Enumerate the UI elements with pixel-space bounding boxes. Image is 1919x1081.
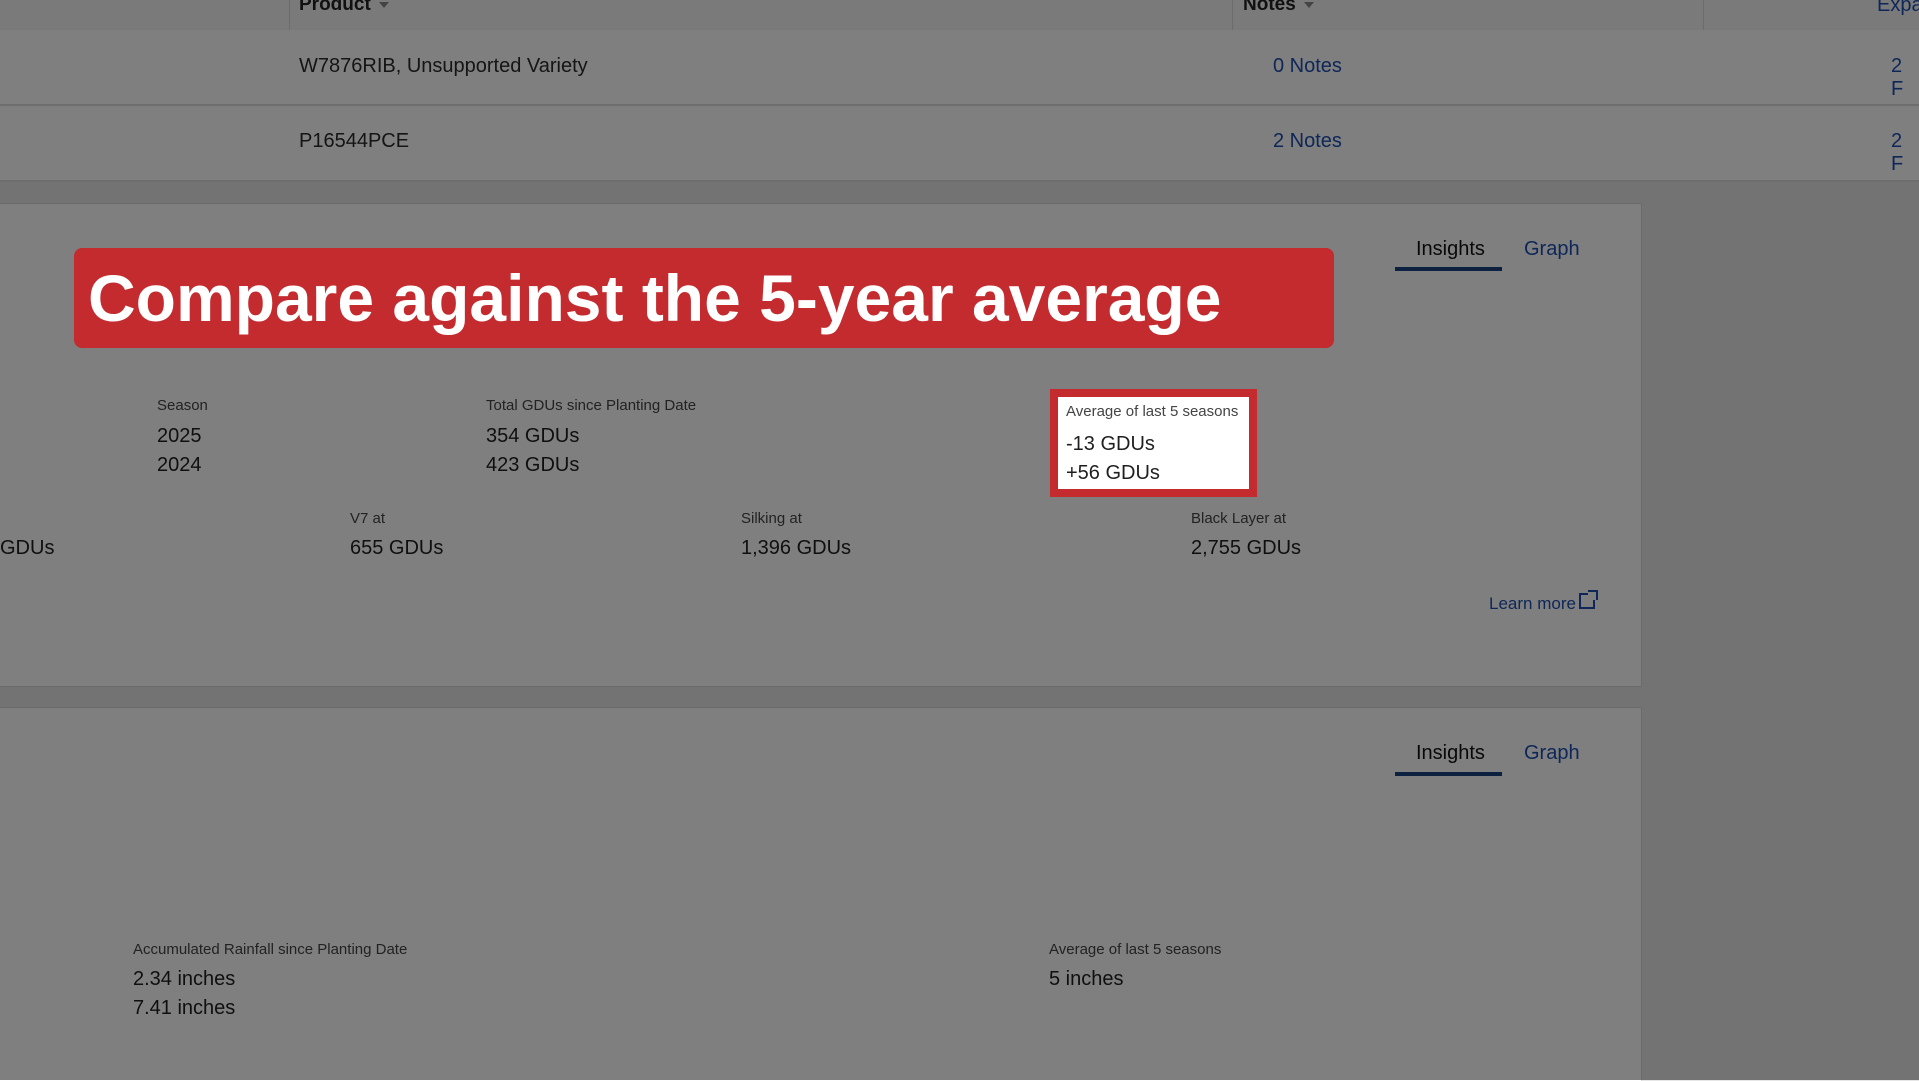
- column-header-product[interactable]: Product: [299, 0, 389, 16]
- rainfall-average-label: Average of last 5 seasons: [1049, 941, 1222, 958]
- total-gdus-value: 423 GDUs: [486, 454, 580, 476]
- silking-value: 1,396 GDUs: [741, 537, 852, 559]
- column-header-expand[interactable]: Expa: [1877, 0, 1919, 17]
- highlighted-average-box: Average of last 5 seasons -13 GDUs +56 G…: [1050, 389, 1257, 497]
- sort-icon[interactable]: [1303, 1, 1314, 8]
- learn-more-link[interactable]: Learn more: [1489, 590, 1598, 614]
- gdu-average-value: -13 GDUs: [1066, 433, 1155, 455]
- total-gdus-label: Total GDUs since Planting Date: [486, 397, 697, 414]
- tab-graph[interactable]: Graph: [1524, 238, 1580, 261]
- season-label: Season: [157, 397, 208, 414]
- season-value: 2025: [157, 425, 202, 447]
- product-cell: P16544PCE: [299, 130, 410, 152]
- tab-insights-underline: [1395, 267, 1502, 271]
- stage-partial-value: GDUs: [0, 537, 55, 559]
- black-layer-value: 2,755 GDUs: [1191, 537, 1302, 559]
- column-divider: [289, 0, 290, 30]
- column-divider: [1232, 0, 1233, 30]
- tab-insights[interactable]: Insights: [1416, 238, 1485, 261]
- notes-link[interactable]: 0 Notes: [1273, 55, 1342, 78]
- silking-label: Silking at: [741, 510, 802, 527]
- tab-graph[interactable]: Graph: [1524, 742, 1580, 765]
- external-link-icon: [1578, 590, 1598, 609]
- accumulated-rainfall-label: Accumulated Rainfall since Planting Date: [133, 941, 408, 958]
- rainfall-average-value: 5 inches: [1049, 968, 1124, 990]
- black-layer-label: Black Layer at: [1191, 510, 1287, 527]
- table-header: Product Notes Expa: [0, 0, 1919, 32]
- learn-more-label: Learn more: [1489, 594, 1576, 613]
- column-divider: [1703, 0, 1704, 30]
- row-right-link[interactable]: 2 F: [1891, 55, 1919, 101]
- row-right-link[interactable]: 2 F: [1891, 130, 1919, 176]
- notes-link[interactable]: 2 Notes: [1273, 130, 1342, 153]
- gdu-average-label: Average of last 5 seasons: [1066, 403, 1239, 420]
- column-header-product-label: Product: [299, 0, 371, 15]
- season-value: 2024: [157, 454, 202, 476]
- column-header-notes-label: Notes: [1243, 0, 1296, 15]
- product-cell: W7876RIB, Unsupported Variety: [299, 55, 588, 77]
- sort-icon[interactable]: [378, 1, 389, 8]
- gdu-average-value: +56 GDUs: [1066, 462, 1160, 484]
- total-gdus-value: 354 GDUs: [486, 425, 580, 447]
- tab-insights[interactable]: Insights: [1416, 742, 1485, 765]
- table-row[interactable]: P16544PCE 2 Notes 2 F: [0, 106, 1919, 182]
- accumulated-rainfall-value: 7.41 inches: [133, 997, 236, 1019]
- v7-value: 655 GDUs: [350, 537, 444, 559]
- tab-insights-underline: [1395, 772, 1502, 776]
- accumulated-rainfall-value: 2.34 inches: [133, 968, 236, 990]
- tutorial-banner: Compare against the 5-year average: [74, 248, 1334, 348]
- v7-label: V7 at: [350, 510, 386, 527]
- rainfall-insights-panel: Insights Graph Accumulated Rainfall sinc…: [0, 707, 1642, 1081]
- table-row[interactable]: W7876RIB, Unsupported Variety 0 Notes 2 …: [0, 30, 1919, 106]
- tutorial-banner-text: Compare against the 5-year average: [88, 261, 1222, 335]
- column-header-notes[interactable]: Notes: [1243, 0, 1314, 16]
